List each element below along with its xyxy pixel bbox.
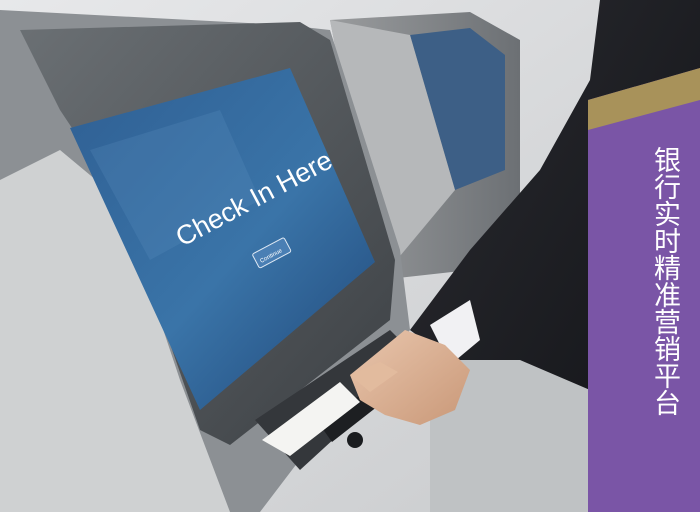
banner-vertical-text: 银行实时精准营销平台 [649,146,680,416]
kiosk-photo: Check In Here Continue [0,0,700,512]
